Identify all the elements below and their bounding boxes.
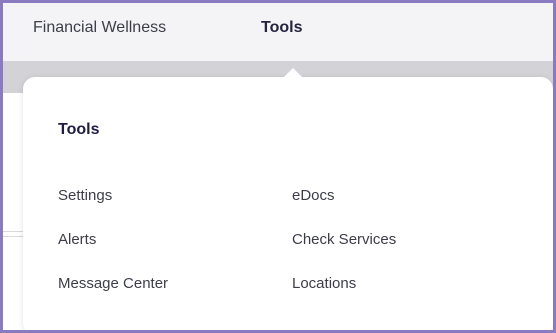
menu-column-left: Settings Alerts Message Center	[58, 186, 168, 318]
nav-item-financial-wellness[interactable]: Financial Wellness	[33, 19, 166, 37]
dropdown-caret-icon	[283, 68, 303, 78]
menu-item-check-services[interactable]: Check Services	[292, 230, 396, 250]
nav-item-tools[interactable]: Tools	[261, 19, 302, 37]
menu-item-locations[interactable]: Locations	[292, 274, 396, 294]
menu-item-alerts[interactable]: Alerts	[58, 230, 168, 250]
menu-item-edocs[interactable]: eDocs	[292, 186, 396, 206]
top-navigation: Financial Wellness Tools	[3, 3, 553, 61]
menu-item-message-center[interactable]: Message Center	[58, 274, 168, 294]
menu-item-settings[interactable]: Settings	[58, 186, 168, 206]
screenshot-frame: Financial Wellness Tools Tools Settings …	[0, 0, 556, 333]
dropdown-title: Tools	[58, 121, 100, 138]
tools-dropdown-menu: Tools Settings Alerts Message Center eDo…	[23, 68, 553, 330]
menu-column-right: eDocs Check Services Locations	[292, 186, 396, 318]
